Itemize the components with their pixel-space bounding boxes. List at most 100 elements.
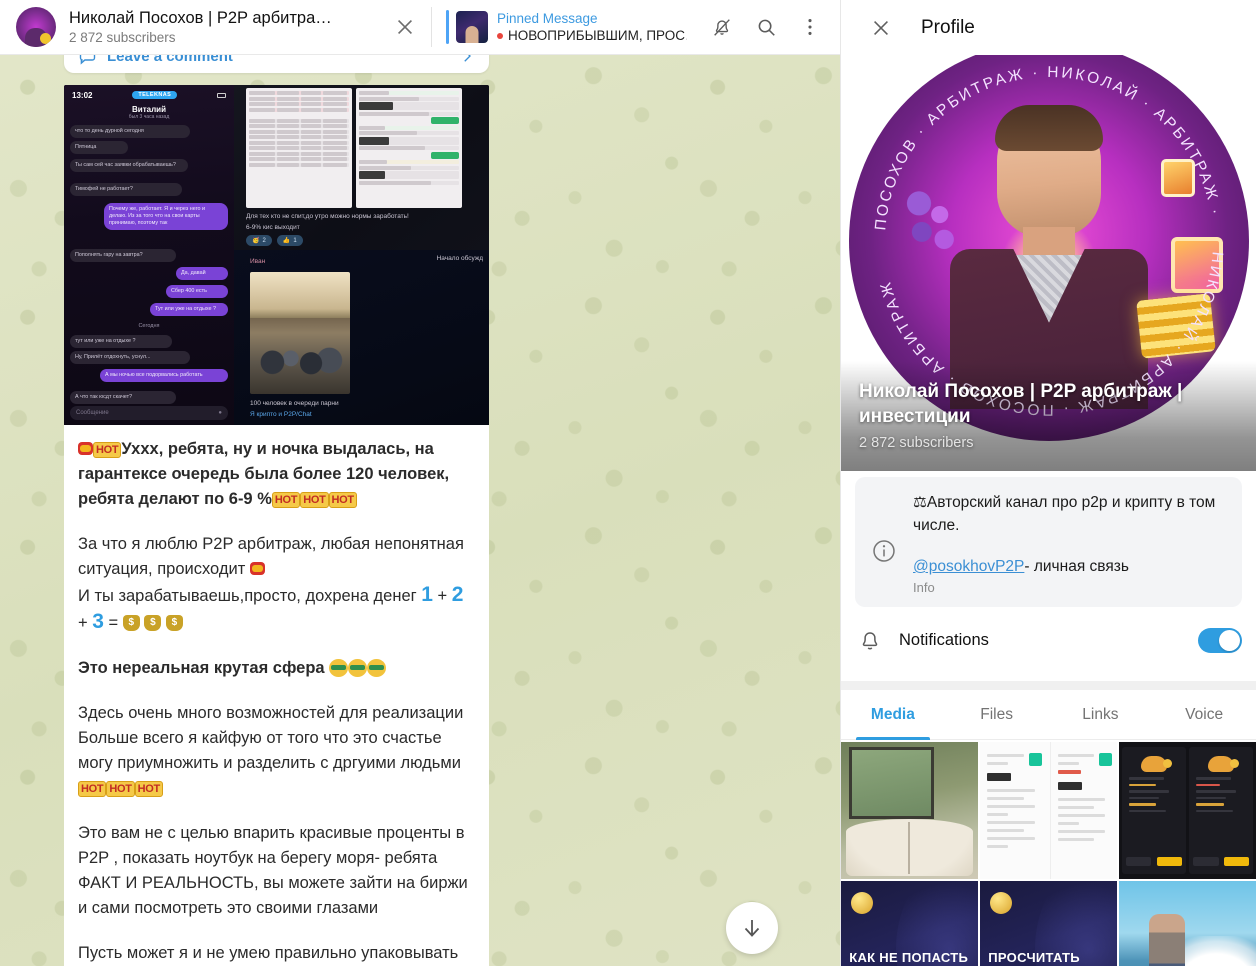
hot-emoji-icon: HOT	[271, 492, 301, 508]
open-book-shape	[846, 818, 973, 877]
more-options-button[interactable]	[790, 7, 830, 47]
sheet-green-button	[431, 151, 459, 159]
media-thumb-sea[interactable]	[1119, 881, 1256, 966]
post-paragraph-1: HOT Ухxx, ребята, ну и ночка выдалась, на…	[78, 437, 475, 512]
pinned-accent-bar	[446, 10, 449, 44]
money-bag-emoji-icon	[122, 615, 140, 631]
profile-info-label: Info	[913, 580, 935, 595]
album-reactions: 🥳 2 👍 1	[246, 235, 303, 246]
pinned-label: Pinned Message	[497, 10, 598, 26]
pinned-message-text-row: НОВОПРИБЫВШИМ, ПРОС…	[497, 27, 687, 45]
profile-info-card[interactable]: ⚖Авторский канал про p2p и крипту в том …	[855, 477, 1242, 607]
tab-files[interactable]: Files	[945, 690, 1049, 739]
album-right-note: Начало обсужд	[436, 255, 483, 262]
album-photo-order-tables[interactable]: Для тех кто не спит,до утро можно нормы …	[234, 85, 489, 250]
post-paragraph-6: Пусть может я и не умею правильно упаков…	[78, 944, 459, 962]
album-bottom-link[interactable]: Я крипто и P2P/Chat	[250, 411, 312, 418]
window-shape	[849, 747, 935, 819]
notifications-toggle[interactable]	[1198, 627, 1242, 653]
phone-status-bar: 13:02 TELEKNAS	[64, 89, 234, 101]
number-one: 1	[421, 583, 433, 606]
search-button[interactable]	[746, 7, 786, 47]
fire-emoji-icon	[78, 442, 93, 455]
media-thumb-spread-video[interactable]: ПРОСЧИТАТЬ СПР	[980, 881, 1117, 966]
post-paragraph-3-text: Это нереальная крутая сфера	[78, 659, 325, 677]
coin-icon	[989, 891, 1012, 914]
channel-avatar[interactable]	[16, 7, 56, 47]
whale-icon	[1208, 756, 1240, 773]
triangle-video-cover: КАК НЕ ПОПАСТЬ В ТРЕУГОЛЬНИК!	[841, 881, 978, 966]
profile-tabs: Media Files Links Voice	[841, 690, 1256, 740]
number-three: 3	[92, 610, 104, 633]
media-thumb-order-receipts[interactable]	[980, 742, 1117, 879]
notifications-row[interactable]: Notifications	[855, 611, 1242, 669]
album-bottom-caption: 100 человек в очереди парни	[250, 400, 339, 407]
number-two: 2	[451, 583, 464, 606]
album-photo-chat-screenshot[interactable]: 13:02 TELEKNAS Виталий был 3 часа назад …	[64, 85, 234, 425]
money-bag-emoji-icon	[144, 615, 162, 631]
profile-handle-link[interactable]: @posokhovP2P	[913, 558, 1024, 575]
phone-battery-icon	[217, 92, 226, 98]
close-icon	[874, 20, 888, 35]
media-thumb-dark-exchange[interactable]	[1119, 742, 1256, 879]
phone-contact-status: был 3 часа назад	[128, 114, 170, 120]
post-paragraph-5: Это вам не с целью впарить красивые проц…	[78, 824, 468, 917]
phone-badge: TELEKNAS	[132, 91, 178, 99]
equals-sign: =	[108, 614, 119, 632]
profile-panel: Profile ПОСОХОВ · АРБИТРАЖ · НИКОЛАЙ · А…	[840, 0, 1256, 966]
profile-contact-line: @posokhovP2P- личная связь	[913, 555, 1228, 578]
media-thumb-triangle-video[interactable]: КАК НЕ ПОПАСТЬ В ТРЕУГОЛЬНИК!	[841, 881, 978, 966]
hot-emoji-icon: HOT	[106, 781, 135, 797]
post-media-album[interactable]: 13:02 TELEKNAS Виталий был 3 часа назад …	[64, 85, 489, 425]
ring-text-top: ПОСОХОВ · АРБИТРАЖ · НИКОЛАЙ · АРБИТРАЖ …	[872, 64, 1224, 231]
close-chat-button[interactable]	[385, 7, 425, 47]
phone-bubble: А что так юсдт скачет?	[70, 391, 176, 404]
pinned-message[interactable]: Pinned Message НОВОПРИБЫВШИМ, ПРОС…	[432, 10, 702, 45]
order-sheet-left	[246, 88, 352, 208]
bell-muted-icon	[714, 19, 730, 36]
corridor-photo	[250, 272, 350, 394]
info-icon-wrap	[869, 491, 899, 595]
chat-header: Николай Посохов | P2P арбитра… 2 872 sub…	[0, 0, 840, 55]
money-bag-emoji-icon	[165, 615, 183, 631]
order-receipts-photo	[980, 742, 1117, 879]
chat-scroll-area[interactable]: 13:02 TELEKNAS Виталий был 3 часа назад …	[0, 55, 840, 966]
phone-clock: 13:02	[72, 90, 93, 100]
video-caption: КАК НЕ ПОПАСТЬ В ТРЕУГОЛЬНИК!	[849, 950, 972, 966]
tab-links[interactable]: Links	[1049, 690, 1153, 739]
phone-contact-header: Виталий был 3 часа назад	[64, 105, 234, 120]
post-paragraph-2: За что я люблю P2P арбитраж, любая непон…	[78, 532, 475, 636]
order-sheet-right	[356, 88, 462, 208]
telegram-window: Николай Посохов | P2P арбитра… 2 872 sub…	[0, 0, 1256, 966]
media-thumb-book-window[interactable]	[841, 742, 978, 879]
album-photo-queue-corridor[interactable]: Начало обсужд Иван 100 человек в очереди…	[234, 250, 489, 425]
phone-message-input: Сообщение ●	[70, 406, 228, 420]
reaction-chip: 🥳 2	[246, 235, 272, 246]
video-caption: ПРОСЧИТАТЬ СПР	[988, 950, 1111, 966]
profile-close-button[interactable]	[859, 6, 903, 50]
video-caption-line1: КАК НЕ ПОПАСТЬ	[849, 949, 969, 965]
phone-bubble: что то день дурной сегодня	[70, 125, 190, 138]
profile-hero[interactable]: ПОСОХОВ · АРБИТРАЖ · НИКОЛАЙ · АРБИТРАЖ …	[841, 55, 1256, 471]
plus-sign-1: +	[437, 587, 448, 605]
channel-post-bubble[interactable]: 13:02 TELEKNAS Виталий был 3 часа назад …	[64, 85, 489, 966]
tab-media[interactable]: Media	[841, 690, 945, 740]
phone-bubble: Пятница	[70, 141, 128, 154]
album-caption-line2: 6-9% кис выходит	[246, 224, 300, 231]
order-sheets	[246, 88, 462, 208]
hot-emoji-icon: HOT	[328, 492, 357, 508]
header-actions	[702, 7, 840, 47]
tab-voice[interactable]: Voice	[1152, 690, 1256, 739]
whale-icon	[1140, 756, 1172, 773]
dark-exchange-photo	[1119, 742, 1256, 879]
scroll-to-bottom-button[interactable]	[726, 902, 778, 954]
phone-input-placeholder: Сообщение	[76, 410, 109, 416]
mute-button[interactable]	[702, 7, 742, 47]
post-paragraph-4: Здесь очень много возможностей для реали…	[78, 701, 475, 801]
channel-title-box[interactable]: Николай Посохов | P2P арбитра… 2 872 sub…	[69, 8, 385, 46]
coin-icon	[850, 891, 873, 914]
profile-header: Profile	[841, 0, 1256, 55]
channel-subscribers: 2 872 subscribers	[69, 30, 176, 45]
info-circle-icon	[873, 540, 895, 562]
phone-bubble: Почему же, работает. Я и через него и де…	[104, 203, 228, 230]
